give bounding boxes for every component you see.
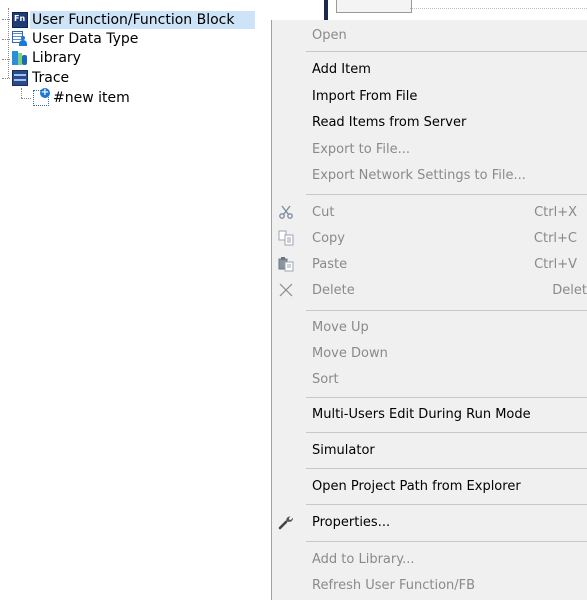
menu-item-label: Sort xyxy=(312,371,339,387)
tree-connector xyxy=(2,19,10,20)
menu-item-move-down[interactable]: Move Down xyxy=(272,342,587,364)
menu-item-move-up[interactable]: Move Up xyxy=(272,316,587,338)
tree-item-label: #new item xyxy=(53,90,130,106)
menu-item-label: Add to Library... xyxy=(312,551,415,567)
tree-connector xyxy=(21,88,22,98)
menu-item-import-from-file[interactable]: Import From File ▸ xyxy=(272,85,587,107)
tree-item-user-data-type[interactable]: User Data Type xyxy=(12,29,140,49)
menu-item-shortcut: Ctrl+C xyxy=(533,230,577,246)
menu-item-label: Move Up xyxy=(312,319,369,335)
tree-item-user-function[interactable]: Fn User Function/Function Block xyxy=(12,10,255,30)
editor-border xyxy=(410,8,587,9)
delete-icon xyxy=(278,282,294,298)
menu-item-refresh-user-function[interactable]: Refresh User Function/FB xyxy=(272,574,587,596)
menu-item-label: Properties... xyxy=(312,514,391,530)
menu-item-add-to-library[interactable]: Add to Library... xyxy=(272,548,587,570)
menu-item-label: Cut xyxy=(312,204,335,220)
menu-item-simulator[interactable]: Simulator ▸ xyxy=(272,439,587,461)
tree-item-label: Trace xyxy=(32,70,70,86)
menu-item-read-items-from-server[interactable]: Read Items from Server xyxy=(272,111,587,133)
menu-item-open[interactable]: Open xyxy=(272,24,587,46)
menu-item-label: Add Item xyxy=(312,61,371,77)
menu-separator xyxy=(306,397,587,398)
menu-item-label: Paste xyxy=(312,256,348,272)
menu-item-label: Refresh User Function/FB xyxy=(312,577,476,593)
menu-item-shortcut: Ctrl+V xyxy=(534,256,577,272)
context-menu: Open Add Item ▸ Import From File ▸ Read … xyxy=(271,20,587,600)
menu-item-export-network-settings[interactable]: Export Network Settings to File... xyxy=(272,164,587,186)
data-type-icon xyxy=(12,31,28,47)
editor-splitter[interactable] xyxy=(324,0,328,20)
function-block-icon: Fn xyxy=(12,12,28,28)
tree-item-label: User Function/Function Block xyxy=(30,11,255,29)
tree-item-new-item[interactable]: + #new item xyxy=(33,88,132,108)
copy-icon xyxy=(278,230,294,246)
wrench-icon xyxy=(278,514,294,530)
menu-item-sort[interactable]: Sort xyxy=(272,368,587,390)
menu-item-properties[interactable]: Properties... xyxy=(272,511,587,533)
tree-item-library[interactable]: Library xyxy=(12,48,83,68)
scissors-icon xyxy=(278,204,294,220)
menu-separator xyxy=(306,468,587,469)
menu-item-export-to-file[interactable]: Export to File... xyxy=(272,138,587,160)
menu-separator xyxy=(306,51,587,52)
tree-connector xyxy=(21,98,31,99)
tree-connector xyxy=(2,59,10,60)
tree-item-trace[interactable]: Trace xyxy=(12,68,71,88)
menu-item-label: Import From File xyxy=(312,88,418,104)
tree-connector xyxy=(2,39,10,40)
new-item-icon: + xyxy=(33,88,50,106)
menu-item-label: Open xyxy=(312,27,347,43)
menu-item-label: Copy xyxy=(312,230,345,246)
menu-item-label: Read Items from Server xyxy=(312,114,467,130)
menu-separator xyxy=(306,432,587,433)
tree-item-label: Library xyxy=(32,50,81,66)
menu-item-copy[interactable]: Copy Ctrl+C xyxy=(272,227,587,249)
menu-item-shortcut: Delete xyxy=(552,282,587,298)
tree-connector xyxy=(2,78,10,79)
menu-item-paste[interactable]: Paste Ctrl+V xyxy=(272,253,587,275)
menu-separator xyxy=(306,541,587,542)
menu-item-label: Export Network Settings to File... xyxy=(312,167,526,183)
editor-tab-strip[interactable] xyxy=(336,0,412,13)
menu-item-label: Simulator xyxy=(312,442,375,458)
menu-item-open-project-path[interactable]: Open Project Path from Explorer xyxy=(272,475,587,497)
menu-item-multi-users-edit[interactable]: Multi-Users Edit During Run Mode ▸ xyxy=(272,403,587,425)
menu-separator xyxy=(306,504,587,505)
menu-item-label: Multi-Users Edit During Run Mode xyxy=(312,406,531,422)
trace-icon xyxy=(12,70,28,86)
menu-item-label: Export to File... xyxy=(312,141,411,157)
menu-item-cut[interactable]: Cut Ctrl+X xyxy=(272,201,587,223)
menu-item-label: Delete xyxy=(312,282,355,298)
menu-item-shortcut: Ctrl+X xyxy=(534,204,577,220)
menu-separator xyxy=(306,194,587,195)
menu-item-add-item[interactable]: Add Item ▸ xyxy=(272,58,587,80)
tree-item-label: User Data Type xyxy=(32,31,139,47)
menu-item-label: Move Down xyxy=(312,345,388,361)
library-icon xyxy=(12,50,28,66)
menu-item-delete[interactable]: Delete Delete xyxy=(272,279,587,301)
paste-icon xyxy=(278,256,294,272)
menu-separator xyxy=(306,310,587,311)
menu-item-label: Open Project Path from Explorer xyxy=(312,478,521,494)
